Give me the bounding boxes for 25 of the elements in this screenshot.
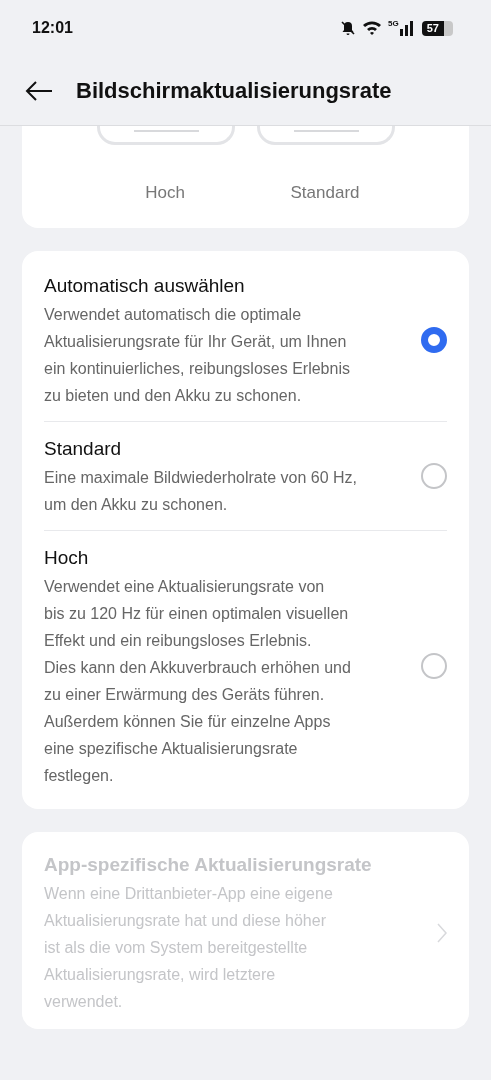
option-title: Automatisch auswählen — [44, 274, 246, 298]
back-arrow-icon[interactable] — [24, 79, 54, 102]
muted-bell-icon — [340, 20, 357, 36]
network-type: 5G — [388, 20, 399, 28]
page-title: Bildschirmaktualisierungsrate — [76, 77, 392, 105]
radio-button[interactable] — [421, 327, 447, 353]
status-time: 12:01 — [32, 18, 73, 38]
radio-button[interactable] — [421, 463, 447, 489]
option-description: Verwendet automatisch die optimale Aktualisierungsrate für Ihr Gerät, um Ihnen ein kontinuierliches, reibungsloses Erlebnis zu bieten und den Akku zu schonen. — [44, 305, 350, 406]
preview-label: Hoch — [145, 182, 185, 204]
chevron-right-icon — [437, 922, 447, 943]
battery-level: 57 — [421, 20, 444, 36]
signal-icon — [399, 20, 416, 36]
phone-preview-drawing[interactable] — [257, 126, 395, 145]
wifi-icon — [362, 20, 383, 36]
option-title: Standard — [44, 437, 123, 461]
option-title: Hoch — [44, 546, 90, 570]
radio-button[interactable] — [421, 653, 447, 679]
setting-description: Wenn eine Drittanbieter-App eine eigene Aktualisierungsrate hat und diese höher ist als die vom System bereitgestellte Aktualisierungsrate, wird letztere verwendet. — [44, 884, 334, 1012]
option-description: Verwendet eine Aktualisierungsrate von bis zu 120 Hz für einen optimalen visuellen Effekt und ein reibungsloses Erlebnis. Dies kann den Akkuverbrauch erhöhen und zu einer Erwärmung des Geräts führen. Außerdem können Sie für einzelne Apps eine spezifische Aktualisierungsrate festlegen. — [44, 577, 351, 786]
option-description: Eine maximale Bildwiederholrate von 60 Hz, um den Akku zu schonen. — [44, 468, 358, 515]
battery-icon — [444, 20, 453, 36]
phone-preview-drawing[interactable] — [97, 126, 235, 145]
preview-label: Standard — [290, 182, 360, 204]
setting-title: App-spezifische Aktualisierungsrate — [44, 853, 372, 877]
